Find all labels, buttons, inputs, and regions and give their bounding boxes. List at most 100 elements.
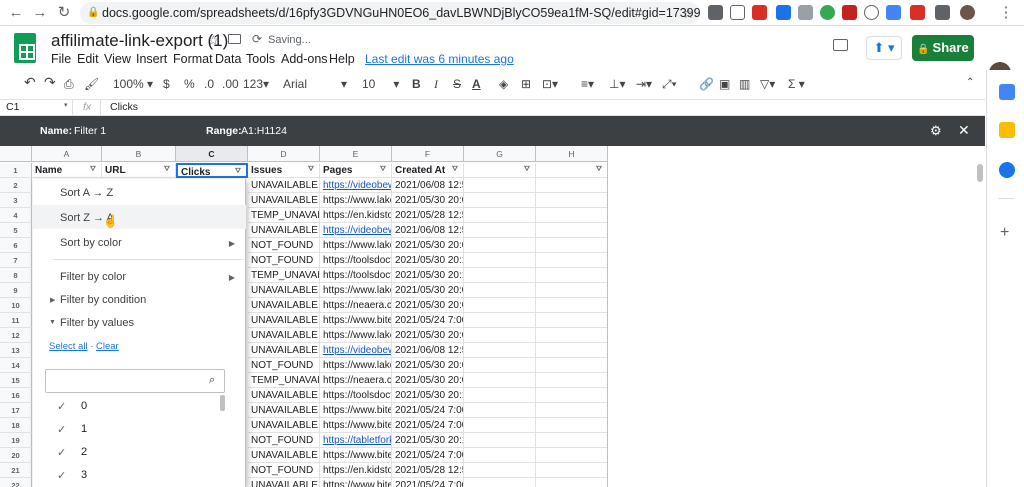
- empty-cell[interactable]: [464, 448, 536, 463]
- created-at-cell[interactable]: 2021/05/28 12:5: [392, 463, 464, 478]
- row-header[interactable]: 20: [0, 448, 32, 463]
- row-header[interactable]: 22: [0, 478, 32, 487]
- empty-cell[interactable]: [536, 268, 608, 283]
- extension-icon[interactable]: [708, 5, 723, 20]
- issue-cell[interactable]: TEMP_UNAVAIL: [248, 373, 320, 388]
- issue-cell[interactable]: UNAVAILABLE: [248, 418, 320, 433]
- created-at-cell[interactable]: 2021/05/30 20:0: [392, 238, 464, 253]
- empty-cell[interactable]: [464, 328, 536, 343]
- gear-icon[interactable]: ⚙: [930, 123, 942, 139]
- issue-cell[interactable]: UNAVAILABLE: [248, 403, 320, 418]
- insert-comment-icon[interactable]: ▣: [719, 77, 730, 91]
- column-header-h[interactable]: H: [536, 146, 608, 162]
- borders-icon[interactable]: ⊞: [521, 77, 531, 91]
- filter-toggle-icon[interactable]: ⛛: [524, 166, 531, 173]
- currency-button[interactable]: $: [163, 77, 170, 91]
- more-formats-select[interactable]: 123▾: [243, 77, 269, 91]
- created-at-cell[interactable]: 2021/05/30 20:0: [392, 283, 464, 298]
- created-at-cell[interactable]: 2021/05/30 20:0: [392, 298, 464, 313]
- add-addon-icon[interactable]: +: [1000, 224, 1009, 242]
- empty-cell[interactable]: [536, 328, 608, 343]
- column-header-a[interactable]: A: [32, 146, 102, 162]
- row-header[interactable]: 2: [0, 178, 32, 193]
- empty-cell[interactable]: [536, 298, 608, 313]
- empty-cell[interactable]: [536, 463, 608, 478]
- row-header[interactable]: 7: [0, 253, 32, 268]
- comments-icon[interactable]: [833, 39, 848, 51]
- menu-addons[interactable]: Add-ons: [281, 52, 328, 66]
- row-header[interactable]: 12: [0, 328, 32, 343]
- row-header[interactable]: 4: [0, 208, 32, 223]
- header-cell[interactable]: Created At ⛛: [392, 163, 464, 178]
- created-at-cell[interactable]: 2021/05/24 7:00: [392, 418, 464, 433]
- empty-cell[interactable]: [536, 478, 608, 487]
- bookmark-star-icon[interactable]: ☆: [678, 3, 698, 23]
- sort-a-z-option[interactable]: Sort A → Z: [60, 187, 113, 199]
- row-header[interactable]: 17: [0, 403, 32, 418]
- fill-color-icon[interactable]: ◈: [499, 77, 508, 91]
- empty-cell[interactable]: [464, 223, 536, 238]
- present-button[interactable]: ⬆ ▾: [866, 36, 902, 60]
- issue-cell[interactable]: UNAVAILABLE: [248, 328, 320, 343]
- filter-toggle-icon[interactable]: ⛛: [308, 166, 315, 173]
- filter-toggle-icon[interactable]: ⛛: [235, 168, 242, 175]
- empty-cell[interactable]: [536, 448, 608, 463]
- text-wrap-icon[interactable]: ⇥▾: [636, 77, 652, 91]
- page-cell[interactable]: https://www.biter: [320, 448, 392, 463]
- extension-icon[interactable]: [886, 5, 901, 20]
- page-cell[interactable]: https://www.lake: [320, 328, 392, 343]
- menu-data[interactable]: Data: [215, 52, 241, 66]
- empty-cell[interactable]: [464, 358, 536, 373]
- header-cell[interactable]: URL ⛛: [102, 163, 176, 178]
- chevron-right-icon[interactable]: ▶: [50, 296, 55, 304]
- collapse-menu-icon[interactable]: ⌃: [966, 77, 974, 88]
- extension-icon[interactable]: [842, 5, 857, 20]
- column-header-b[interactable]: B: [102, 146, 176, 162]
- address-bar[interactable]: 🔒 docs.google.com/spreadsheets/d/16pfy3G…: [80, 2, 700, 24]
- forward-icon[interactable]: →: [30, 3, 50, 23]
- menu-format[interactable]: Format: [173, 52, 213, 66]
- tasks-icon[interactable]: [999, 162, 1015, 178]
- share-button[interactable]: 🔒 Share: [912, 35, 974, 61]
- created-at-cell[interactable]: 2021/05/30 20:0: [392, 358, 464, 373]
- extension-icon[interactable]: [910, 5, 925, 20]
- empty-cell[interactable]: [536, 388, 608, 403]
- row-header[interactable]: 19: [0, 433, 32, 448]
- empty-cell[interactable]: [536, 403, 608, 418]
- header-cell[interactable]: Name ⛛: [32, 163, 102, 178]
- row-header[interactable]: 1: [0, 163, 32, 178]
- menu-view[interactable]: View: [104, 52, 131, 66]
- value-checkbox[interactable]: ✓: [57, 446, 66, 459]
- calendar-icon[interactable]: [999, 84, 1015, 100]
- filter-range-input[interactable]: A1:H1124: [241, 125, 287, 137]
- empty-cell[interactable]: [464, 373, 536, 388]
- clear-link[interactable]: Clear: [96, 341, 119, 352]
- row-header[interactable]: 21: [0, 463, 32, 478]
- page-cell[interactable]: https://videobew: [320, 343, 392, 358]
- profile-avatar[interactable]: [960, 5, 975, 20]
- created-at-cell[interactable]: 2021/05/24 7:00: [392, 403, 464, 418]
- page-cell[interactable]: https://toolsdoctc: [320, 268, 392, 283]
- filter-toggle-icon[interactable]: ⛛: [596, 166, 603, 173]
- empty-cell[interactable]: [464, 208, 536, 223]
- strikethrough-button[interactable]: S: [453, 77, 461, 91]
- issue-cell[interactable]: UNAVAILABLE: [248, 313, 320, 328]
- issue-cell[interactable]: NOT_FOUND: [248, 358, 320, 373]
- header-cell[interactable]: Clicks ⛛: [176, 163, 248, 178]
- issue-cell[interactable]: UNAVAILABLE: [248, 223, 320, 238]
- empty-cell[interactable]: [464, 343, 536, 358]
- page-cell-text[interactable]: https://videobew: [323, 345, 391, 356]
- keep-icon[interactable]: [999, 122, 1015, 138]
- filter-by-values-option[interactable]: Filter by values: [60, 317, 134, 329]
- header-cell[interactable]: Pages ⛛: [320, 163, 392, 178]
- empty-cell[interactable]: [536, 178, 608, 193]
- empty-cell[interactable]: [536, 223, 608, 238]
- issue-cell[interactable]: UNAVAILABLE: [248, 343, 320, 358]
- row-header[interactable]: 16: [0, 388, 32, 403]
- row-header[interactable]: 13: [0, 343, 32, 358]
- menu-tools[interactable]: Tools: [246, 52, 275, 66]
- percent-button[interactable]: %: [184, 77, 195, 91]
- filter-toggle-icon[interactable]: ⛛: [452, 166, 459, 173]
- issue-cell[interactable]: UNAVAILABLE: [248, 178, 320, 193]
- filter-toggle-icon[interactable]: ⛛: [380, 166, 387, 173]
